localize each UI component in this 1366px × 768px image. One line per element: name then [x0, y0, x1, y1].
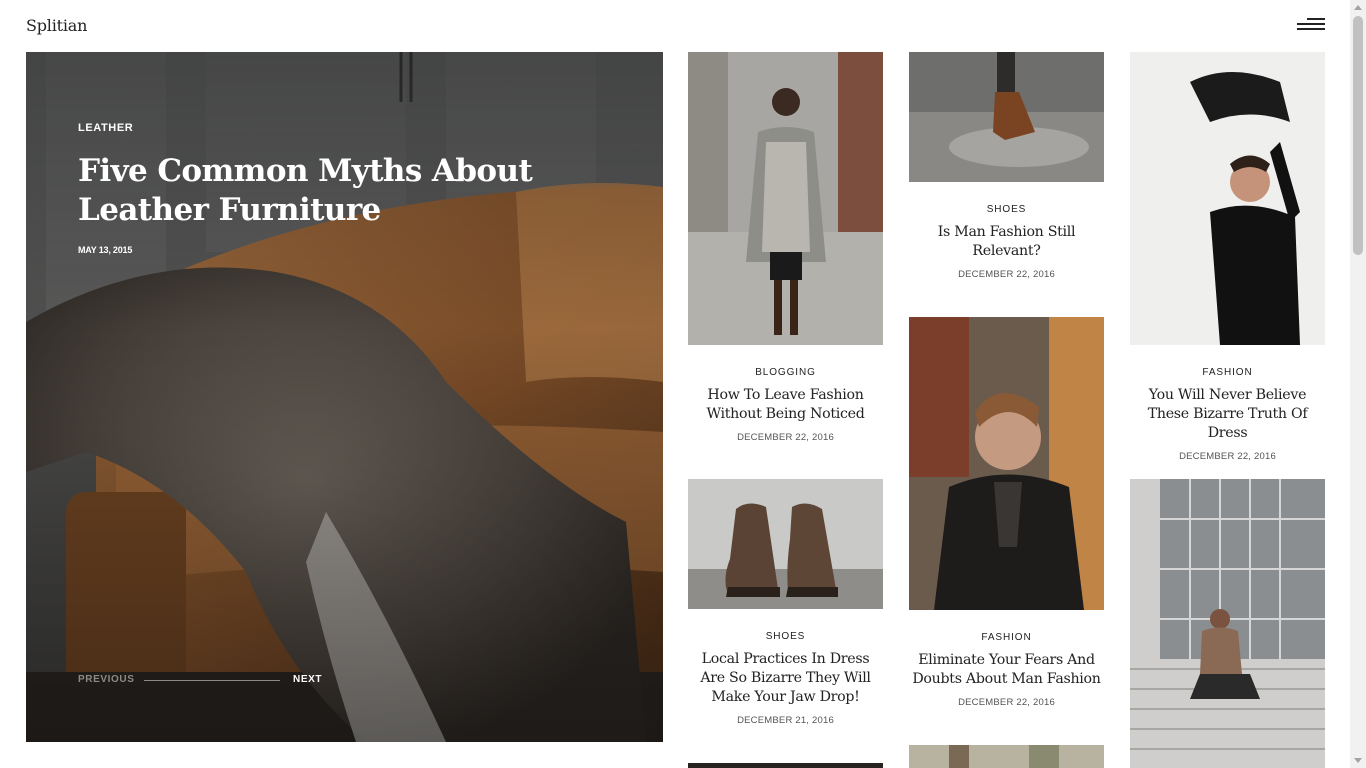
scroll-up-icon[interactable] — [1354, 5, 1362, 10]
slider-next-button[interactable]: NEXT — [293, 674, 322, 685]
post-date: DECEMBER 22, 2016 — [958, 269, 1055, 280]
post-card-partial[interactable] — [688, 763, 883, 768]
post-card-partial[interactable] — [1130, 479, 1325, 768]
site-header: Splitian — [0, 0, 1350, 52]
post-card[interactable]: FASHION You Will Never Believe These Biz… — [1130, 52, 1325, 462]
post-date: DECEMBER 22, 2016 — [958, 697, 1055, 708]
post-title[interactable]: You Will Never Believe These Bizarre Tru… — [1133, 386, 1323, 443]
slider-previous-button[interactable]: PREVIOUS — [78, 674, 134, 685]
scroll-down-icon[interactable] — [1354, 758, 1362, 763]
post-card-partial[interactable] — [909, 745, 1104, 768]
post-title[interactable]: Eliminate Your Fears And Doubts About Ma… — [912, 651, 1102, 689]
post-image[interactable] — [909, 317, 1104, 610]
post-date: DECEMBER 22, 2016 — [737, 432, 834, 443]
post-image[interactable] — [1130, 52, 1325, 345]
post-card[interactable]: SHOES Local Practices In Dress Are So Bi… — [688, 479, 883, 726]
post-title[interactable]: Local Practices In Dress Are So Bizarre … — [691, 650, 881, 707]
featured-date: MAY 13, 2015 — [78, 245, 133, 255]
featured-slider[interactable]: LEATHER Five Common Myths About Leather … — [26, 52, 663, 742]
site-logo[interactable]: Splitian — [26, 16, 87, 35]
scrollbar-thumb[interactable] — [1353, 16, 1363, 255]
post-date: DECEMBER 22, 2016 — [1179, 451, 1276, 462]
post-title[interactable]: How To Leave Fashion Without Being Notic… — [691, 386, 881, 424]
post-card[interactable]: SHOES Is Man Fashion Still Relevant? DEC… — [909, 52, 1104, 280]
featured-category[interactable]: LEATHER — [78, 122, 133, 134]
post-image[interactable] — [688, 52, 883, 345]
post-category[interactable]: SHOES — [909, 204, 1104, 215]
post-image[interactable] — [909, 745, 1104, 768]
page-scrollbar[interactable] — [1350, 0, 1366, 768]
post-image[interactable] — [688, 763, 883, 768]
hamburger-menu-icon[interactable] — [1297, 18, 1325, 34]
post-card[interactable]: BLOGGING How To Leave Fashion Without Be… — [688, 52, 883, 443]
post-category[interactable]: SHOES — [688, 631, 883, 642]
post-card[interactable]: FASHION Eliminate Your Fears And Doubts … — [909, 317, 1104, 708]
post-date: DECEMBER 21, 2016 — [737, 715, 834, 726]
post-image[interactable] — [688, 479, 883, 609]
slider-progress-line — [144, 680, 280, 681]
post-image[interactable] — [1130, 479, 1325, 768]
featured-title[interactable]: Five Common Myths About Leather Furnitur… — [78, 152, 548, 230]
post-title[interactable]: Is Man Fashion Still Relevant? — [912, 223, 1102, 261]
post-category[interactable]: FASHION — [1130, 367, 1325, 378]
post-category[interactable]: BLOGGING — [688, 367, 883, 378]
post-image[interactable] — [909, 52, 1104, 182]
post-category[interactable]: FASHION — [909, 632, 1104, 643]
